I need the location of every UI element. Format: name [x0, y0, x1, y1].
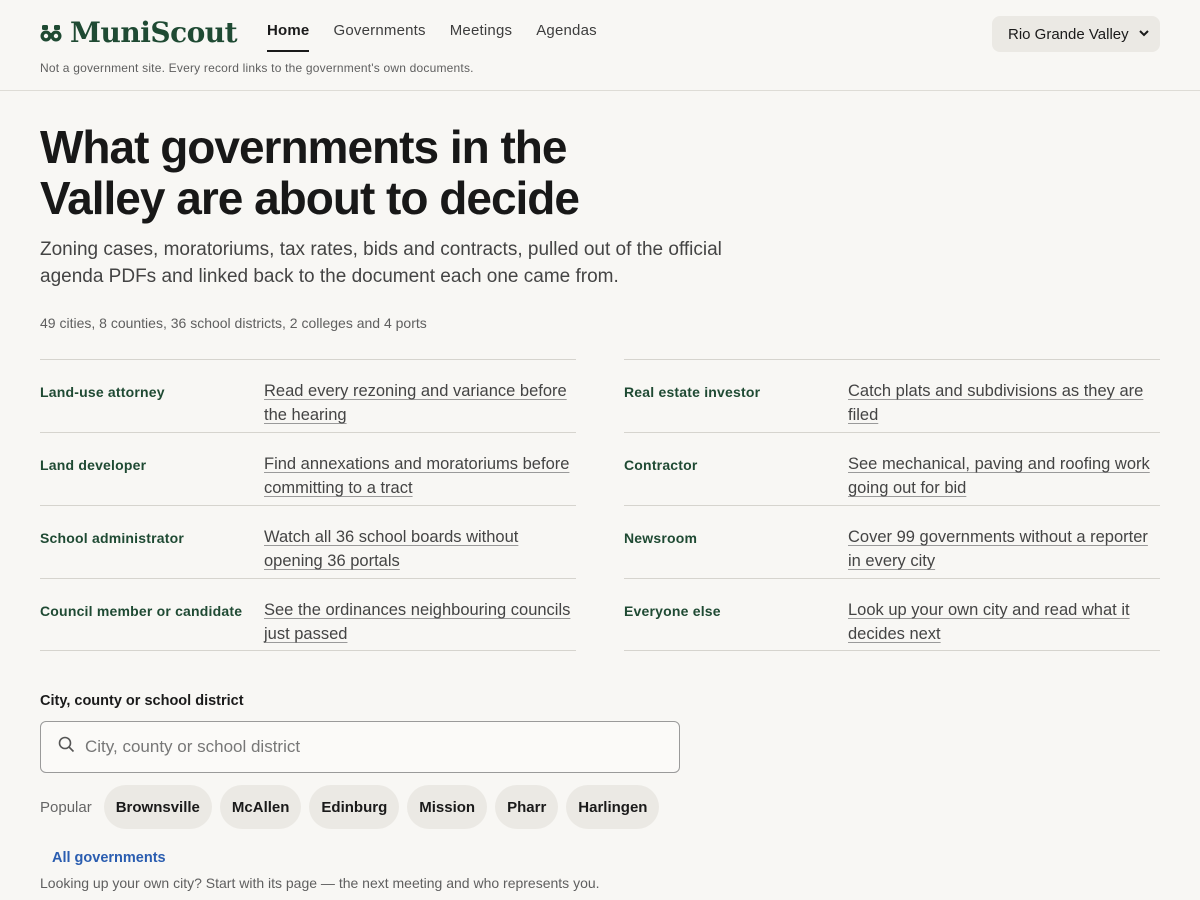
search-label: City, county or school district [40, 693, 244, 709]
audience-role: Land developer [40, 457, 147, 473]
title-line-1: What governments in the [40, 121, 567, 173]
chip-mission[interactable]: Mission [407, 785, 488, 829]
audience-link[interactable]: Cover 99 governments without a reporter … [848, 525, 1160, 578]
chip-mcallen[interactable]: McAllen [219, 785, 302, 829]
audience-row: Land-use attorney Read every rezoning an… [40, 359, 576, 432]
audience-role: Everyone else [624, 603, 721, 619]
search-icon [58, 736, 75, 758]
chip-brownsville[interactable]: Brownsville [103, 785, 212, 829]
audience-row: School administrator Watch all 36 school… [40, 505, 576, 578]
audience-row: Council member or candidate See the ordi… [40, 578, 576, 651]
audience-link[interactable]: Look up your own city and read what it d… [848, 598, 1160, 650]
audience-role: Contractor [624, 457, 698, 473]
audience-row: Contractor See mechanical, paving and ro… [624, 432, 1160, 505]
all-governments-link[interactable]: All governments [52, 850, 166, 866]
popular-label: Popular [40, 798, 92, 816]
audience-list-right: Real estate investor Catch plats and sub… [624, 359, 1160, 651]
chevron-down-icon [1138, 26, 1150, 43]
brand-logo[interactable]: MuniScout [40, 16, 238, 49]
audience-link[interactable]: Read every rezoning and variance before … [264, 379, 576, 432]
audience-link[interactable]: See the ordinances neighbouring councils… [264, 598, 576, 650]
main-nav: Home Governments Meetings Agendas [267, 22, 597, 52]
popular-governments: Popular Brownsville McAllen Edinburg Mis… [40, 785, 667, 829]
audience-row: Newsroom Cover 99 governments without a … [624, 505, 1160, 578]
chip-edinburg[interactable]: Edinburg [309, 785, 400, 829]
audience-list-left: Land-use attorney Read every rezoning an… [40, 359, 576, 651]
audience-row: Real estate investor Catch plats and sub… [624, 359, 1160, 432]
brand-name: MuniScout [70, 16, 238, 49]
audience-link[interactable]: Catch plats and subdivisions as they are… [848, 379, 1160, 432]
footnote: Looking up your own city? Start with its… [40, 875, 600, 891]
search-box[interactable] [40, 721, 680, 773]
nav-governments[interactable]: Governments [333, 22, 425, 52]
audience-role: Real estate investor [624, 384, 761, 400]
audience-row: Land developer Find annexations and mora… [40, 432, 576, 505]
page-title: What governments in the Valley are about… [40, 122, 680, 224]
nav-meetings[interactable]: Meetings [450, 22, 512, 52]
chip-harlingen[interactable]: Harlingen [566, 785, 660, 829]
audience-link[interactable]: Find annexations and moratoriums before … [264, 452, 576, 505]
site-header: MuniScout Home Governments Meetings Agen… [0, 0, 1200, 91]
audience-role: Land-use attorney [40, 384, 165, 400]
coverage-stats: 49 cities, 8 counties, 36 school distric… [40, 315, 427, 331]
audience-role: Council member or candidate [40, 603, 243, 619]
disclaimer: Not a government site. Every record link… [40, 61, 474, 75]
title-line-2: Valley are about to decide [40, 172, 580, 224]
search-input[interactable] [85, 737, 645, 757]
audience-row: Everyone else Look up your own city and … [624, 578, 1160, 651]
audience-role: Newsroom [624, 530, 698, 546]
chip-pharr[interactable]: Pharr [495, 785, 559, 829]
binoculars-icon [40, 23, 62, 43]
region-select[interactable]: Rio Grande Valley [992, 16, 1160, 52]
nav-agendas[interactable]: Agendas [536, 22, 597, 52]
lede: Zoning cases, moratoriums, tax rates, bi… [40, 239, 722, 287]
audience-role: School administrator [40, 530, 185, 546]
audience-link[interactable]: Watch all 36 school boards without openi… [264, 525, 576, 578]
region-select-value: Rio Grande Valley [1008, 25, 1129, 43]
nav-home[interactable]: Home [267, 22, 310, 52]
audience-link[interactable]: See mechanical, paving and roofing work … [848, 452, 1160, 505]
